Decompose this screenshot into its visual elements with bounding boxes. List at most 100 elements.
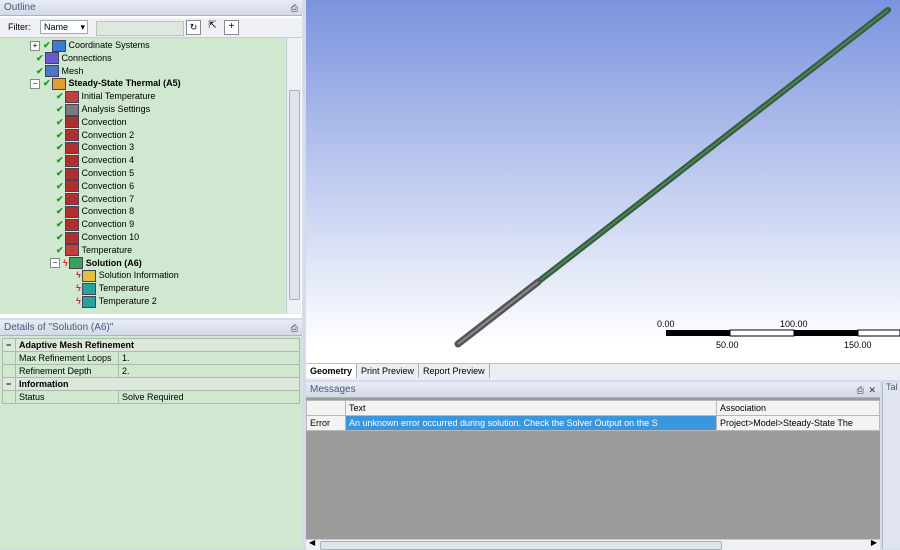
convection-icon bbox=[64, 231, 79, 244]
outline-panel: Outline ⎙ Filter: Name ▾ ↻ ⇱ + + ✔ Coordin… bbox=[0, 0, 302, 318]
tree-item[interactable]: ✔ Convection 9 bbox=[56, 218, 134, 231]
pin-icon[interactable]: ⎙ bbox=[857, 382, 864, 398]
details-key: Refinement Depth bbox=[15, 364, 119, 378]
scale-label-0: 0.00 bbox=[657, 319, 675, 329]
tab-print-preview[interactable]: Print Preview bbox=[357, 364, 420, 378]
column-header-type[interactable] bbox=[306, 400, 346, 416]
filter-dropdown[interactable]: Name ▾ bbox=[40, 20, 88, 34]
pin-icon[interactable]: ⎙ bbox=[291, 0, 298, 16]
messages-horizontal-scrollbar[interactable]: ◀ ▶ bbox=[306, 538, 880, 550]
tree-item[interactable]: ✔ Convection bbox=[56, 116, 127, 129]
tree-item[interactable]: ✔ Convection 8 bbox=[56, 205, 134, 219]
expand-all-icon[interactable]: + bbox=[224, 20, 239, 35]
tree-item[interactable]: ✔ Convection 3 bbox=[56, 141, 135, 155]
expand-icon[interactable]: + bbox=[30, 40, 40, 51]
status-check-icon: ✔ bbox=[56, 155, 64, 166]
details-value[interactable]: 2. bbox=[118, 364, 300, 378]
outline-vertical-scrollbar[interactable] bbox=[286, 38, 301, 314]
coordinate-systems-icon bbox=[51, 39, 66, 52]
status-check-icon: ✔ bbox=[56, 104, 64, 114]
status-pending-icon: ϟ bbox=[76, 270, 81, 281]
tree-item[interactable]: ✔ Temperature bbox=[56, 244, 132, 257]
convection-icon bbox=[64, 180, 79, 193]
details-value[interactable]: Solve Required bbox=[118, 390, 300, 404]
tree-item-label: Convection 7 bbox=[81, 193, 135, 204]
tab-geometry[interactable]: Geometry bbox=[306, 364, 358, 378]
column-header-text[interactable]: Text bbox=[345, 400, 717, 416]
refresh-icon[interactable]: ↻ bbox=[186, 20, 201, 35]
graphics-viewport[interactable]: 0.00 100.00 50.00 150.00 bbox=[306, 0, 900, 363]
message-association: Project>Model>Steady-State The bbox=[716, 415, 880, 431]
tree-item-label: Convection 10 bbox=[81, 232, 140, 242]
side-panel-tab[interactable]: Tal bbox=[882, 382, 900, 549]
column-header-association[interactable]: Association bbox=[716, 400, 880, 416]
collapse-icon[interactable]: − bbox=[50, 258, 60, 269]
tree-item[interactable]: ✔ Convection 2 bbox=[56, 129, 134, 142]
details-value[interactable]: 1. bbox=[118, 351, 300, 365]
tree-item[interactable]: − ✔ Steady-State Thermal (A5) bbox=[30, 77, 181, 91]
convection-icon bbox=[64, 167, 79, 180]
messages-title: Messages ⎙ ✕ bbox=[306, 382, 880, 398]
tree-item[interactable]: ϟ Temperature 2 bbox=[76, 295, 157, 308]
details-row[interactable]: Max Refinement Loops 1. bbox=[2, 351, 300, 365]
close-icon[interactable]: ✕ bbox=[868, 382, 876, 398]
status-check-icon: ✔ bbox=[56, 116, 64, 127]
scroll-left-icon[interactable]: ◀ bbox=[309, 538, 315, 547]
tree-item[interactable]: ✔ Mesh bbox=[36, 65, 84, 78]
filter-search-input[interactable] bbox=[96, 21, 184, 36]
side-panel-label: Tal bbox=[886, 382, 898, 392]
tree-item[interactable]: ✔ Analysis Settings bbox=[56, 103, 150, 116]
details-group-label: Information bbox=[15, 377, 300, 391]
tree-item[interactable]: ✔ Convection 7 bbox=[56, 193, 134, 206]
tree-item-label: Initial Temperature bbox=[81, 91, 156, 102]
status-check-icon: ✔ bbox=[56, 142, 64, 153]
collapse-env-icon[interactable]: ⇱ bbox=[206, 20, 219, 33]
message-row[interactable]: Error An unknown error occurred during s… bbox=[306, 415, 880, 431]
filter-dropdown-value: Name bbox=[44, 22, 69, 32]
solution-icon bbox=[68, 257, 83, 270]
temperature-icon bbox=[64, 90, 79, 103]
tree-item[interactable]: + ✔ Coordinate Systems bbox=[30, 39, 150, 52]
details-key: Max Refinement Loops bbox=[15, 351, 119, 365]
tree-item[interactable]: ✔ Convection 6 bbox=[56, 180, 134, 193]
status-check-icon: ✔ bbox=[56, 206, 64, 217]
status-check-icon: ✔ bbox=[56, 180, 64, 191]
pin-icon[interactable]: ⎙ bbox=[291, 320, 298, 336]
tree-item[interactable]: ✔ Convection 4 bbox=[56, 154, 134, 167]
outline-title-text: Outline bbox=[4, 2, 36, 13]
tree-item-label: Temperature 2 bbox=[98, 296, 157, 306]
tree-item[interactable]: ϟ Solution Information bbox=[76, 269, 179, 283]
scale-bar bbox=[666, 329, 900, 337]
scroll-right-icon[interactable]: ▶ bbox=[871, 538, 877, 547]
details-row[interactable]: Status Solve Required bbox=[2, 390, 300, 404]
collapse-icon[interactable]: − bbox=[2, 377, 16, 391]
details-row[interactable]: Refinement Depth 2. bbox=[2, 364, 300, 378]
details-panel: Details of "Solution (A6)" ⎙ − Adaptive M… bbox=[0, 320, 302, 549]
convection-icon bbox=[64, 206, 79, 219]
tree-item[interactable]: ϟ Temperature bbox=[76, 282, 149, 295]
details-title: Details of "Solution (A6)" ⎙ bbox=[0, 320, 302, 336]
tree-item[interactable]: − ϟ Solution (A6) bbox=[50, 257, 142, 270]
tree-item[interactable]: ✔ Convection 10 bbox=[56, 231, 139, 244]
message-text: An unknown error occurred during solutio… bbox=[345, 415, 717, 431]
scrollbar-thumb[interactable] bbox=[289, 90, 300, 300]
scale-label-100: 100.00 bbox=[780, 319, 808, 329]
details-group-header[interactable]: − Adaptive Mesh Refinement bbox=[2, 338, 300, 352]
collapse-icon[interactable]: − bbox=[30, 79, 40, 90]
shaft-geometry[interactable] bbox=[454, 7, 891, 348]
tree-item[interactable]: ✔ Convection 5 bbox=[56, 167, 134, 180]
tree-item[interactable]: ✔ Connections bbox=[36, 52, 112, 65]
messages-header-row: Text Association bbox=[306, 400, 880, 416]
tree-item-label: Convection 3 bbox=[81, 142, 135, 153]
model-view[interactable] bbox=[306, 0, 900, 363]
tree-item-label: Convection 4 bbox=[81, 155, 135, 166]
tab-report-preview[interactable]: Report Preview bbox=[419, 364, 490, 378]
temperature-result-icon bbox=[81, 295, 96, 308]
tree-item-label: Mesh bbox=[61, 65, 84, 76]
status-check-icon: ✔ bbox=[56, 244, 64, 255]
details-group-header[interactable]: − Information bbox=[2, 377, 300, 391]
convection-icon bbox=[64, 193, 79, 206]
convection-icon bbox=[64, 129, 79, 142]
collapse-icon[interactable]: − bbox=[2, 338, 16, 352]
tree-item[interactable]: ✔ Initial Temperature bbox=[56, 90, 155, 103]
